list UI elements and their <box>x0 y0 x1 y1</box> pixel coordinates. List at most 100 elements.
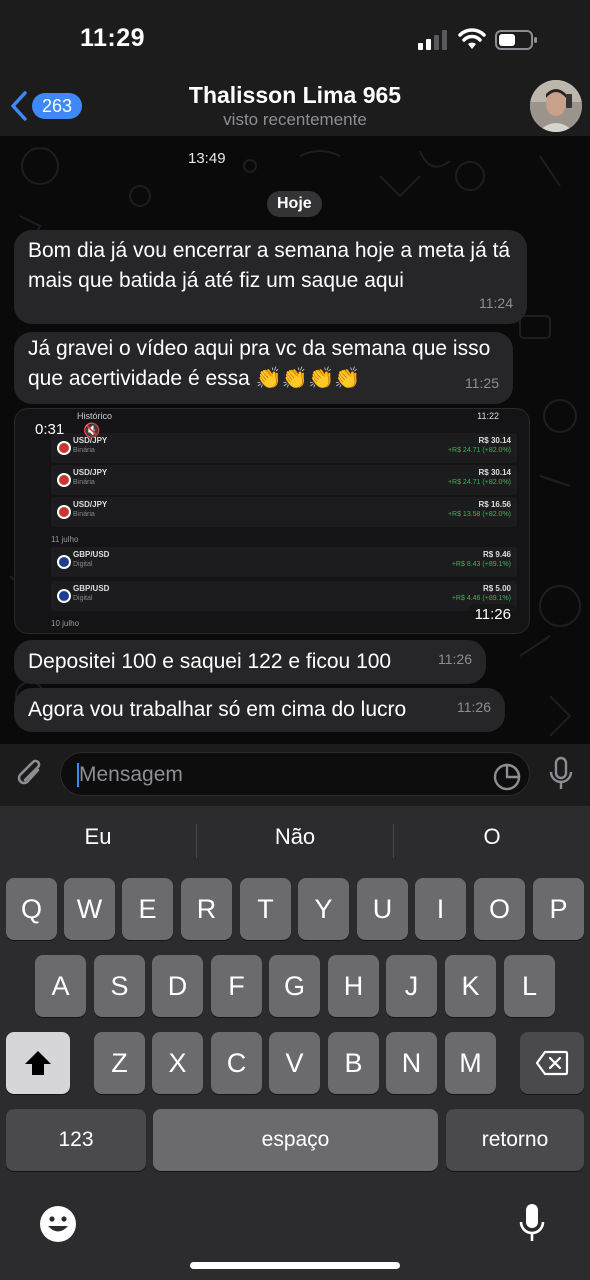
currency-flag-icon <box>57 505 71 519</box>
muted-speaker-icon[interactable]: 🔇 <box>83 422 100 439</box>
currency-flag-icon <box>57 441 71 455</box>
trade-amount: R$ 5.00 <box>482 584 511 593</box>
trade-gain: +R$ 24.71 (+82.0%) <box>447 479 511 486</box>
key-e[interactable]: E <box>122 878 173 940</box>
message-text: Agora vou trabalhar só em cima do lucro <box>28 698 407 721</box>
message-composer: Mensagem <box>0 744 590 806</box>
key-x[interactable]: X <box>152 1032 203 1094</box>
key-y[interactable]: Y <box>298 878 349 940</box>
trade-gain: +R$ 8.43 (+89.1%) <box>451 561 511 568</box>
message-time: 11:26 <box>466 604 519 625</box>
trade-gain: +R$ 24.71 (+82.0%) <box>447 447 511 454</box>
trade-date-label: 10 julho <box>51 619 80 628</box>
trade-pair: GBP/USD <box>73 584 110 593</box>
cellular-signal-icon <box>418 30 447 50</box>
message-placeholder: Mensagem <box>79 763 183 786</box>
trade-kind: Binária <box>73 511 95 518</box>
navigation-header: 11:29 263 Thalisson Lima 965 visto recen… <box>0 0 590 136</box>
suggestion-item[interactable]: Eu <box>0 824 196 850</box>
currency-flag-icon <box>57 589 71 603</box>
message-bubble[interactable]: Agora vou trabalhar só em cima do lucro … <box>14 688 505 732</box>
message-bubble[interactable]: Já gravei o vídeo aqui pra vc da semana … <box>14 332 513 404</box>
home-indicator <box>190 1262 400 1269</box>
trade-kind: Digital <box>73 561 93 568</box>
key-f[interactable]: F <box>211 955 262 1017</box>
key-j[interactable]: J <box>386 955 437 1017</box>
key-s[interactable]: S <box>94 955 145 1017</box>
trade-row: USD/JPY Binária R$ 16.56 +R$ 13.58 (+82.… <box>51 497 517 527</box>
message-time: 11:25 <box>465 375 499 391</box>
message-input[interactable]: Mensagem <box>60 752 530 796</box>
key-k[interactable]: K <box>445 955 496 1017</box>
key-u[interactable]: U <box>357 878 408 940</box>
key-p[interactable]: P <box>533 878 584 940</box>
message-time: 11:26 <box>438 651 472 667</box>
key-d[interactable]: D <box>152 955 203 1017</box>
trade-row: USD/JPY Binária R$ 30.14 +R$ 24.71 (+82.… <box>51 465 517 495</box>
key-z[interactable]: Z <box>94 1032 145 1094</box>
trade-amount: R$ 30.14 <box>478 468 511 477</box>
sticker-icon[interactable] <box>493 763 521 791</box>
trade-kind: Binária <box>73 447 95 454</box>
return-key[interactable]: retorno <box>446 1109 584 1171</box>
trade-amount: R$ 9.46 <box>482 550 511 559</box>
key-g[interactable]: G <box>269 955 320 1017</box>
key-m[interactable]: M <box>445 1032 496 1094</box>
onscreen-keyboard: Eu Não O Q W E R T Y U I O P A S D F G H… <box>0 806 590 1280</box>
key-h[interactable]: H <box>328 955 379 1017</box>
space-key[interactable]: espaço <box>153 1109 438 1171</box>
currency-flag-icon <box>57 555 71 569</box>
key-r[interactable]: R <box>181 878 232 940</box>
dictation-microphone-icon[interactable] <box>518 1202 546 1244</box>
chat-area[interactable]: 13:49 Hoje Bom dia já vou encerrar a sem… <box>0 136 590 744</box>
suggestion-item[interactable]: O <box>394 824 590 850</box>
trade-amount: R$ 16.56 <box>478 500 511 509</box>
trade-kind: Digital <box>73 595 93 602</box>
message-time: 11:24 <box>479 295 513 311</box>
key-o[interactable]: O <box>474 878 525 940</box>
contact-avatar[interactable] <box>530 80 582 132</box>
key-q[interactable]: Q <box>6 878 57 940</box>
trade-row: USD/JPY Binária R$ 30.14 +R$ 24.71 (+82.… <box>51 433 517 463</box>
trade-pair: GBP/USD <box>73 550 110 559</box>
key-i[interactable]: I <box>415 878 466 940</box>
suggestion-item[interactable]: Não <box>197 824 393 850</box>
key-t[interactable]: T <box>240 878 291 940</box>
trade-row: GBP/USD Digital R$ 5.00 +R$ 4.46 (+89.1%… <box>51 581 517 611</box>
trade-pair: USD/JPY <box>73 500 108 509</box>
currency-flag-icon <box>57 473 71 487</box>
chat-title[interactable]: Thalisson Lima 965 <box>0 82 590 109</box>
microphone-icon[interactable] <box>548 756 574 792</box>
trade-amount: R$ 30.14 <box>478 436 511 445</box>
message-bubble[interactable]: Depositei 100 e saquei 122 e ficou 100 1… <box>14 640 486 684</box>
trade-date-label: 11 julho <box>51 535 79 544</box>
trade-pair: USD/JPY <box>73 468 108 477</box>
shift-key[interactable] <box>6 1032 70 1094</box>
shift-arrow-icon <box>25 1051 51 1075</box>
message-time: 11:26 <box>457 699 491 715</box>
numbers-key[interactable]: 123 <box>6 1109 146 1171</box>
status-time: 11:29 <box>80 24 146 52</box>
emoji-icon[interactable] <box>38 1204 78 1244</box>
backspace-key[interactable] <box>520 1032 584 1094</box>
message-text: Já gravei o vídeo aqui pra vc da semana … <box>28 337 491 390</box>
date-separator: Hoje <box>267 191 322 217</box>
key-v[interactable]: V <box>269 1032 320 1094</box>
trade-gain: +R$ 4.46 (+89.1%) <box>451 595 511 602</box>
key-n[interactable]: N <box>386 1032 437 1094</box>
key-w[interactable]: W <box>64 878 115 940</box>
key-b[interactable]: B <box>328 1032 379 1094</box>
message-bubble[interactable]: Bom dia já vou encerrar a semana hoje a … <box>14 230 527 324</box>
message-text: Bom dia já vou encerrar a semana hoje a … <box>28 239 511 292</box>
video-inner-title: Histórico <box>77 411 113 421</box>
trade-row: GBP/USD Digital R$ 9.46 +R$ 8.43 (+89.1%… <box>51 547 517 577</box>
video-message[interactable]: Histórico 11:22 USD/JPY Binária R$ 30.14… <box>14 408 530 634</box>
key-c[interactable]: C <box>211 1032 262 1094</box>
key-a[interactable]: A <box>35 955 86 1017</box>
paperclip-icon[interactable] <box>14 756 46 792</box>
previous-message-time: 13:49 <box>188 150 226 167</box>
video-inner-status-time: 11:22 <box>477 411 499 421</box>
wifi-icon <box>458 28 486 49</box>
backspace-icon <box>535 1050 569 1076</box>
key-l[interactable]: L <box>504 955 555 1017</box>
